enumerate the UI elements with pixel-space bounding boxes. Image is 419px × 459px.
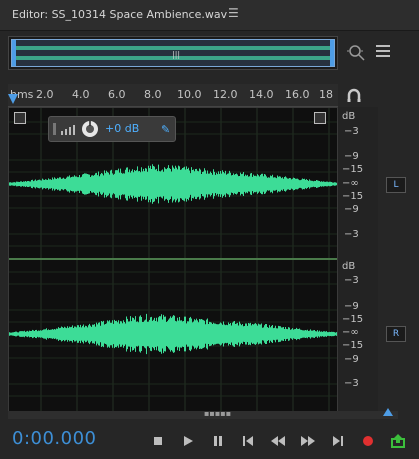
volume-knob[interactable] (81, 120, 99, 138)
pause-button[interactable] (210, 433, 226, 449)
output-icon[interactable] (390, 433, 406, 449)
ruler-tick: 18 (319, 88, 333, 101)
rewind-button[interactable] (270, 433, 286, 449)
waveform-left[interactable] (9, 164, 337, 204)
db-label: −∞ (342, 178, 359, 189)
db-label: −15 (342, 340, 364, 351)
hud-grip-icon[interactable] (51, 117, 79, 141)
fade-out-handle[interactable] (314, 112, 326, 124)
overview-navigator[interactable]: ||| (8, 36, 338, 70)
transport-bar: 0:00.000 (0, 425, 419, 459)
db-label: −15 (342, 164, 364, 175)
db-label: −9 (344, 204, 359, 215)
editor-titlebar: Editor: SS_10314 Space Ambience.wav ☰ (0, 0, 419, 31)
ruler-tick: 4.0 (72, 88, 90, 101)
db-label: dB (342, 261, 356, 272)
zoom-navigator-icon[interactable] (346, 42, 366, 62)
db-scale: dB −3 −9 −15 −∞ −15 −9 −3 dB −3 −9 −15 −… (338, 107, 378, 412)
playhead-marker[interactable] (8, 94, 18, 104)
db-label: −3 (344, 229, 359, 240)
waveform-canvas[interactable] (9, 108, 337, 413)
hamburger-icon[interactable]: ☰ (228, 6, 239, 20)
channel-left-toggle[interactable]: L (386, 177, 406, 193)
pin-icon[interactable]: ✎ (161, 123, 170, 136)
ruler-tick: 12.0 (213, 88, 238, 101)
ruler-tick: 10.0 (177, 88, 202, 101)
waveform-editor-panel: Editor: SS_10314 Space Ambience.wav ☰ ||… (0, 0, 419, 459)
list-view-icon[interactable] (376, 44, 390, 58)
ruler-tick: 16.0 (285, 88, 310, 101)
overview-left-handle[interactable] (12, 40, 16, 66)
current-time[interactable]: 0:00.000 (12, 428, 97, 449)
waveform-display[interactable] (8, 107, 338, 414)
scroll-grip[interactable]: ▪▪▪▪▪ (204, 409, 231, 418)
db-label: −∞ (342, 327, 359, 338)
db-label: −3 (344, 126, 359, 137)
resize-handle[interactable] (383, 408, 393, 416)
overview-visible-range[interactable]: ||| (11, 39, 335, 67)
db-label: −3 (344, 275, 359, 286)
snap-magnet-icon[interactable] (346, 88, 362, 104)
db-label: −9 (344, 151, 359, 162)
ruler-tick: 8.0 (144, 88, 162, 101)
db-label: −3 (344, 378, 359, 389)
vertical-scroll-grip-bar[interactable]: ▪▪▪▪▪ (8, 409, 398, 419)
play-button[interactable] (180, 433, 196, 449)
db-label: dB (342, 111, 356, 122)
fast-forward-button[interactable] (300, 433, 316, 449)
overview-grip[interactable]: ||| (172, 50, 180, 59)
editor-title: Editor: SS_10314 Space Ambience.wav (12, 8, 228, 21)
db-label: −15 (342, 314, 364, 325)
ruler-tick: 2.0 (36, 88, 54, 101)
skip-to-start-button[interactable] (240, 433, 256, 449)
volume-value[interactable]: +0 dB (105, 122, 139, 135)
stop-button[interactable] (150, 433, 166, 449)
skip-to-end-button[interactable] (330, 433, 346, 449)
time-ruler[interactable]: hms 2.0 4.0 6.0 8.0 10.0 12.0 14.0 16.0 … (8, 84, 338, 107)
overview-right-handle[interactable] (330, 40, 334, 66)
volume-hud: +0 dB ✎ (48, 116, 176, 142)
channel-right-toggle[interactable]: R (386, 326, 406, 342)
fade-in-handle[interactable] (14, 112, 26, 124)
record-button[interactable] (360, 433, 376, 449)
db-label: −15 (342, 191, 364, 202)
db-label: −9 (344, 354, 359, 365)
ruler-tick: 6.0 (108, 88, 126, 101)
ruler-tick: 14.0 (249, 88, 274, 101)
db-label: −9 (344, 301, 359, 312)
waveform-right[interactable] (9, 313, 337, 355)
